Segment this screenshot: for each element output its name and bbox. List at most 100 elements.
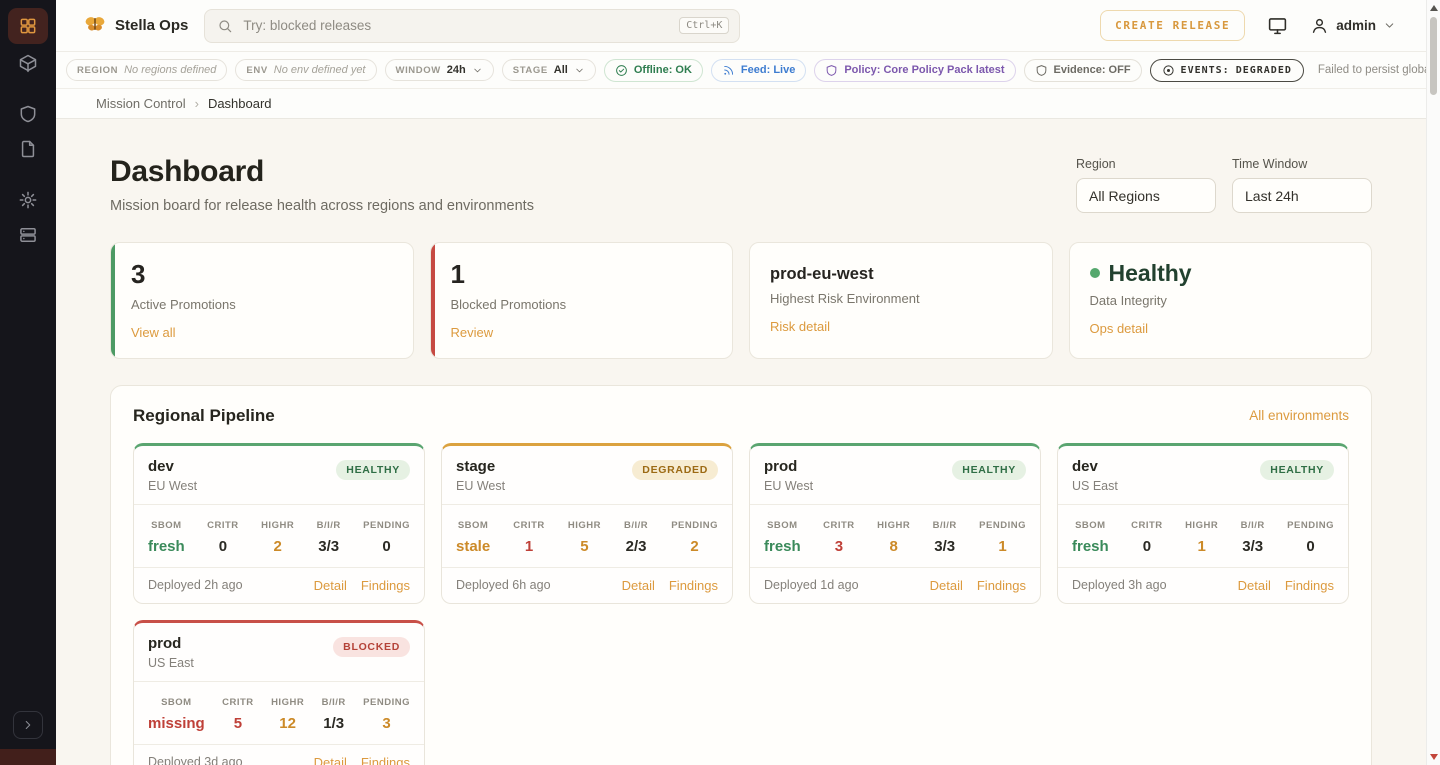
metric-value: fresh [764,538,801,555]
offline-status-chip[interactable]: Offline: OK [604,59,703,82]
metric-label: B/I/R [1241,520,1265,531]
region-scope-chip[interactable]: REGION No regions defined [66,59,227,81]
metric-label: CRITR [823,520,855,531]
env-region: EU West [456,479,505,493]
env-metrics: SBOMfresh CRITR0 HIGHR2 B/I/R3/3 PENDING… [134,504,424,567]
deployed-text: Deployed 2h ago [148,578,243,592]
metric-label: CRITR [1131,520,1163,531]
window-filter-chip[interactable]: WINDOW 24h [385,59,494,81]
search-shortcut-badge: Ctrl+K [679,17,729,34]
status-badge: DEGRADED [632,460,718,480]
scrollbar-thumb[interactable] [1430,17,1437,95]
stage-filter-chip[interactable]: STAGE All [502,59,596,81]
metric-pending: PENDING 2 [671,515,718,555]
metric-label: B/I/R [317,520,341,531]
dashboard-grid-icon [18,16,38,36]
findings-link[interactable]: Findings [1285,578,1334,593]
env-card-footer: Deployed 3d ago Detail Findings [134,744,424,765]
highest-risk-card: prod-eu-west Highest Risk Environment Ri… [749,242,1053,359]
findings-link[interactable]: Findings [977,578,1026,593]
sidebar-item-settings[interactable] [8,184,48,216]
metric-label: PENDING [979,520,1026,531]
sidebar-expand-button[interactable] [13,711,43,739]
breadcrumb-dashboard: Dashboard [208,96,272,111]
metric-highr: HIGHR12 [271,692,304,732]
detail-link[interactable]: Detail [314,755,347,765]
breadcrumb-separator: › [195,96,199,111]
metric-value: missing [148,715,205,732]
env-card-footer: Deployed 3h ago Detail Findings [1058,567,1348,603]
sidebar-item-documents[interactable] [8,133,48,165]
sidebar-item-security[interactable] [8,98,48,130]
metric-label: PENDING [1287,520,1334,531]
detail-link[interactable]: Detail [314,578,347,593]
chevron-down-icon [574,65,585,76]
region-chip-label: REGION [77,65,118,76]
rss-icon [722,64,735,77]
metric-bir: B/I/R 3/3 [317,515,341,555]
env-chip-label: ENV [246,65,267,76]
metric-label: CRITR [513,520,545,531]
sidebar-item-dashboard[interactable] [8,8,48,44]
pipeline-panel-header: Regional Pipeline All environments [133,406,1349,426]
metric-value: 3/3 [317,538,341,555]
metric-label: HIGHR [261,520,294,531]
page-header: Dashboard Mission board for release heal… [110,155,1372,214]
metric-pending: PENDING3 [363,692,410,732]
scrollbar-up-arrow[interactable] [1430,5,1438,11]
user-name: admin [1336,18,1376,33]
risk-detail-link[interactable]: Risk detail [770,319,830,334]
region-select[interactable]: All Regions [1076,178,1216,213]
metric-label: B/I/R [322,697,346,708]
blocked-promotions-card: 1 Blocked Promotions Review [430,242,734,359]
metric-label: PENDING [671,520,718,531]
search-input[interactable] [243,18,669,33]
detail-link[interactable]: Detail [930,578,963,593]
time-window-filter-group: Time Window Last 24h [1232,157,1372,213]
view-all-link[interactable]: View all [131,325,176,340]
detail-link[interactable]: Detail [622,578,655,593]
deployed-text: Deployed 1d ago [764,578,859,592]
ops-detail-link[interactable]: Ops detail [1090,321,1149,336]
env-region: US East [148,656,194,670]
detail-link[interactable]: Detail [1238,578,1271,593]
shield-icon [1035,64,1048,77]
env-scope-chip[interactable]: ENV No env defined yet [235,59,376,81]
findings-link[interactable]: Findings [669,578,718,593]
sidebar-item-infrastructure[interactable] [8,219,48,251]
scrollbar-down-arrow[interactable] [1430,754,1438,760]
time-window-select[interactable]: Last 24h [1232,178,1372,213]
events-status-chip[interactable]: EVENTS: DEGRADED [1150,59,1304,82]
findings-link[interactable]: Findings [361,755,410,765]
metric-highr: HIGHR5 [568,515,601,555]
data-integrity-card: Healthy Data Integrity Ops detail [1069,242,1373,359]
region-select-value: All Regions [1089,188,1160,204]
metric-label: SBOM [458,520,489,531]
regional-pipeline-panel: Regional Pipeline All environments dev E… [110,385,1372,765]
user-menu[interactable]: admin [1310,16,1396,35]
metric-value: 3/3 [933,538,957,555]
metric-label: SBOM [1075,520,1106,531]
all-environments-link[interactable]: All environments [1249,408,1349,423]
policy-status-chip[interactable]: Policy: Core Policy Pack latest [814,59,1015,82]
environment-grid: dev EU West HEALTHY SBOMfresh CRITR0 HIG… [133,443,1349,765]
sidebar [0,0,56,765]
findings-link[interactable]: Findings [361,578,410,593]
page-filters: Region All Regions Time Window Last 24h [1076,155,1372,213]
metric-label: PENDING [363,520,410,531]
feed-status-chip[interactable]: Feed: Live [711,59,806,82]
metric-sbom: SBOMfresh [764,515,801,555]
metric-label: SBOM [151,520,182,531]
env-card-dev-us-east: dev US East HEALTHY SBOMfresh CRITR0 HIG… [1057,443,1349,604]
review-link[interactable]: Review [451,325,494,340]
create-release-button[interactable]: CREATE RELEASE [1100,10,1245,41]
env-name: stage [456,458,505,475]
feed-status-text: Feed: Live [741,64,795,76]
breadcrumb-mission-control[interactable]: Mission Control [96,96,186,111]
sidebar-item-releases[interactable] [8,47,48,79]
evidence-status-chip[interactable]: Evidence: OFF [1024,59,1142,82]
deployed-text: Deployed 3h ago [1072,578,1167,592]
metric-value: 2 [671,538,718,555]
chevron-down-icon [472,65,483,76]
monitor-icon[interactable] [1267,15,1288,36]
